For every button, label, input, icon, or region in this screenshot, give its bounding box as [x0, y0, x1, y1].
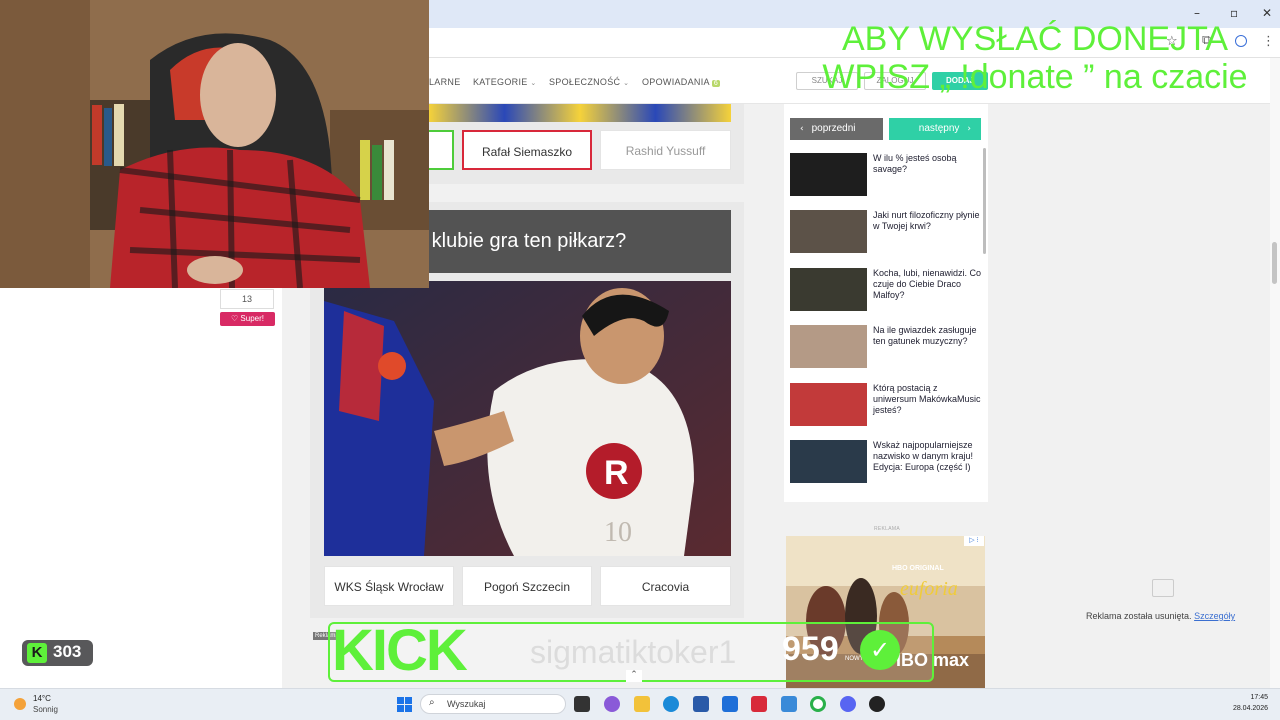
verified-check-icon: ✓	[860, 630, 900, 670]
answer-option[interactable]: Rashid Yussuff	[600, 130, 731, 170]
svg-text:10: 10	[604, 517, 632, 548]
nav-item-label: SPOŁECZNOŚĆ	[549, 77, 621, 87]
weather-sun-icon[interactable]	[14, 698, 26, 710]
list-item[interactable]: Wskaż najpopularniejsze nazwisko w danym…	[790, 440, 982, 484]
discord-icon[interactable]	[840, 696, 856, 712]
ad-info-icon[interactable]: ▷ ⁝	[964, 536, 984, 546]
search-icon: ⌕	[429, 697, 435, 708]
list-item[interactable]: Którą postacią z uniwersum MakówkaMusic …	[790, 383, 982, 427]
chevron-down-icon: ⌄	[623, 79, 630, 87]
list-item[interactable]: W ilu % jesteś osobą savage?	[790, 153, 982, 197]
page-scroll-thumb[interactable]	[1272, 242, 1277, 284]
quiz-thumbnail	[790, 268, 867, 311]
viewer-count: 303	[53, 642, 82, 661]
obs-icon[interactable]	[869, 696, 885, 712]
previous-question-image	[429, 104, 731, 122]
next-label: następny	[918, 123, 960, 134]
taskbar-search-input[interactable]: Wyszukaj	[420, 694, 566, 714]
copilot-icon[interactable]	[604, 696, 620, 712]
kick-logo: KICK	[332, 618, 468, 683]
donate-line-1: ABY WYSŁAĆ DONEJTA	[841, 20, 1229, 58]
list-item[interactable]: Kocha, lubi, nienawidzi. Co czuje do Cie…	[790, 268, 982, 312]
page-scrollbar[interactable]	[1270, 58, 1280, 688]
webcam-feed	[0, 0, 429, 288]
left-column	[0, 288, 282, 688]
nav-item-popularne[interactable]: LARNE	[429, 77, 461, 87]
ad-details-link[interactable]: Szczegóły	[1194, 611, 1235, 621]
footballer-photo: R 10	[324, 281, 731, 556]
chevron-up-icon[interactable]: ⌃	[626, 670, 642, 682]
donate-overlay: ABY WYSŁAĆ DONEJTA WPISZ „ !donate ” na …	[790, 20, 1280, 96]
kick-username-tail: 959	[782, 630, 839, 668]
edge-icon[interactable]	[663, 696, 679, 712]
nav-item-opowiadania[interactable]: OPOWIADANIA 6	[642, 77, 721, 87]
sidebar-scrollbar[interactable]	[983, 148, 986, 254]
chevron-right-icon: ›	[967, 124, 971, 134]
ad-hbo-text: HBO ORIGINAL	[892, 565, 944, 572]
quiz-thumbnail	[790, 325, 867, 368]
nav-item-label: LARNE	[429, 77, 461, 87]
task-view-icon[interactable]	[574, 696, 590, 712]
quiz-title: Na ile gwiazdek zasługuje ten gatunek mu…	[873, 325, 977, 346]
next-button[interactable]: następny ›	[889, 118, 981, 140]
nav-item-kategorie[interactable]: KATEGORIE ⌄	[473, 77, 537, 87]
kick-k-icon: K	[27, 643, 47, 663]
maximize-icon[interactable]: ▫	[1230, 6, 1238, 20]
ad-removed-text: Reklama została usunięta.	[1086, 611, 1192, 621]
answer-option[interactable]: Pogoń Szczecin	[462, 566, 592, 606]
quiz-title: Kocha, lubi, nienawidzi. Co czuje do Cie…	[873, 268, 982, 300]
previous-button[interactable]: ‹ poprzedni	[790, 118, 883, 140]
quiz-thumbnail	[790, 153, 867, 196]
nav-item-label: KATEGORIE	[473, 77, 528, 87]
svg-text:R: R	[604, 454, 629, 492]
nav-badge: 6	[711, 80, 721, 87]
like-count: 13	[220, 289, 274, 309]
answer-correct[interactable]	[429, 130, 454, 170]
super-button[interactable]: ♡ Super!	[220, 312, 275, 326]
clock-time[interactable]: 17:45	[1230, 694, 1268, 701]
ad-removed-icon	[1152, 579, 1174, 597]
quiz-title: W ilu % jesteś osobą savage?	[873, 153, 957, 174]
answer-option[interactable]: WKS Śląsk Wrocław	[324, 566, 454, 606]
donate-line-2: WPISZ „ !donate ” na czacie	[822, 58, 1248, 96]
question-title: W jakim klubie gra ten piłkarz?	[429, 210, 731, 273]
editor-icon[interactable]	[722, 696, 738, 712]
nav-item-spolecznosc[interactable]: SPOŁECZNOŚĆ ⌄	[549, 77, 629, 87]
clock-date[interactable]: 28.04.2026	[1222, 705, 1268, 712]
list-item[interactable]: Jaki nurt filozoficzny płynie w Twojej k…	[790, 210, 982, 254]
chrome-icon[interactable]	[810, 696, 826, 712]
question-photo: R 10	[324, 281, 731, 556]
question-text: W jakim klubie gra ten piłkarz?	[429, 230, 627, 252]
chevron-down-icon: ⌄	[530, 79, 537, 87]
previous-label: poprzedni	[811, 123, 856, 134]
app-icon[interactable]	[781, 696, 797, 712]
quiz-title: Jaki nurt filozoficzny płynie w Twojej k…	[873, 210, 980, 231]
quiz-thumbnail	[790, 383, 867, 426]
webcam-overlay	[0, 0, 429, 288]
quiz-title: Którą postacią z uniwersum MakówkaMusic …	[873, 383, 981, 415]
quiz-thumbnail	[790, 210, 867, 253]
file-explorer-icon[interactable]	[634, 696, 650, 712]
answer-wrong[interactable]: Rafał Siemaszko	[462, 130, 592, 170]
ad-brand-text: euforia	[900, 578, 958, 600]
chevron-left-icon: ‹	[800, 124, 804, 134]
close-icon[interactable]: ✕	[1262, 6, 1272, 20]
windows-start-icon[interactable]	[397, 697, 412, 712]
nav-item-label: OPOWIADANIA	[642, 77, 710, 87]
ad-label: REKLAMA	[874, 526, 900, 532]
security-icon[interactable]	[751, 696, 767, 712]
weather-temp[interactable]: 14°C	[33, 694, 51, 703]
minimize-icon[interactable]: –	[1194, 6, 1200, 20]
list-item[interactable]: Na ile gwiazdek zasługuje ten gatunek mu…	[790, 325, 982, 369]
answer-option[interactable]: Cracovia	[600, 566, 731, 606]
store-icon[interactable]	[693, 696, 709, 712]
kick-username: sigmatiktoker1	[530, 634, 737, 670]
quiz-title: Wskaż najpopularniejsze nazwisko w danym…	[873, 440, 974, 472]
weather-condition[interactable]: Sonnig	[33, 705, 58, 714]
ad-removed-message: Reklama została usunięta. Szczegóły	[1086, 611, 1235, 621]
quiz-thumbnail	[790, 440, 867, 483]
